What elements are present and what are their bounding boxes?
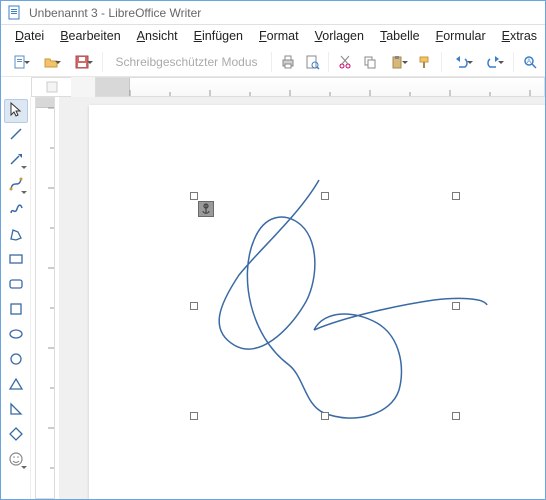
redo-button[interactable]	[479, 49, 508, 75]
toolbar-separator	[271, 52, 272, 72]
circle-tool[interactable]	[4, 349, 28, 373]
arrow-line-icon	[8, 151, 24, 172]
selection-handle[interactable]	[190, 302, 198, 310]
menu-ansicht[interactable]: Ansicht	[129, 27, 186, 45]
horizontal-ruler-row	[1, 77, 545, 97]
selection-handle[interactable]	[321, 192, 329, 200]
smiley-tool[interactable]	[3, 449, 29, 473]
copy-button[interactable]	[358, 49, 380, 75]
title-bar: Unbenannt 3 - LibreOffice Writer	[1, 1, 545, 25]
document-canvas[interactable]	[59, 97, 545, 499]
ellipse-tool[interactable]	[4, 324, 28, 348]
window-title: Unbenannt 3 - LibreOffice Writer	[29, 6, 201, 20]
freeform-curve-shape[interactable]	[89, 105, 545, 499]
freeform-tool[interactable]	[4, 199, 28, 223]
app-doc-icon	[7, 5, 23, 21]
vertical-ruler-container	[31, 97, 59, 499]
smiley-icon	[8, 451, 24, 472]
square-tool[interactable]	[4, 299, 28, 323]
menu-formular[interactable]: Formular	[428, 27, 494, 45]
rounded-rectangle-icon	[8, 276, 24, 297]
paste-button[interactable]	[383, 49, 412, 75]
menu-bar: DateiBearbeitenAnsichtEinfügenFormatVorl…	[1, 25, 545, 47]
vertical-ruler[interactable]	[35, 97, 55, 499]
triangle-icon	[8, 376, 24, 397]
select-tool[interactable]	[4, 99, 28, 123]
open-button[interactable]	[36, 49, 65, 75]
work-area	[1, 97, 545, 499]
main-toolbar: Schreibgeschützter Modus A	[1, 47, 545, 77]
diamond-icon	[8, 426, 24, 447]
toolbar-separator	[441, 52, 442, 72]
bezier-icon	[8, 176, 24, 197]
cursor-icon	[8, 101, 24, 122]
ruler-corner	[31, 77, 71, 97]
toolbar-separator	[513, 52, 514, 72]
menu-tabelle[interactable]: Tabelle	[372, 27, 428, 45]
print-preview-button[interactable]	[301, 49, 323, 75]
document-page[interactable]	[89, 105, 545, 499]
square-icon	[8, 301, 24, 322]
selection-handle[interactable]	[452, 302, 460, 310]
save-button[interactable]	[67, 49, 96, 75]
object-anchor-icon[interactable]	[198, 201, 214, 217]
menu-format[interactable]: Format	[251, 27, 307, 45]
line-icon	[8, 126, 24, 147]
menu-extras[interactable]: Extras	[494, 27, 545, 45]
selection-handle[interactable]	[190, 192, 198, 200]
line-tool[interactable]	[4, 124, 28, 148]
circle-icon	[8, 351, 24, 372]
find-replace-button[interactable]: A	[519, 49, 541, 75]
polygon-tool[interactable]	[4, 224, 28, 248]
readonly-mode-label: Schreibgeschützter Modus	[107, 55, 265, 69]
new-document-button[interactable]	[5, 49, 34, 75]
cut-button[interactable]	[334, 49, 356, 75]
selection-handle[interactable]	[452, 192, 460, 200]
horizontal-ruler[interactable]	[95, 77, 545, 97]
selection-handle[interactable]	[190, 412, 198, 420]
print-button[interactable]	[276, 49, 298, 75]
polygon-icon	[8, 226, 24, 247]
selection-handle[interactable]	[452, 412, 460, 420]
ellipse-icon	[8, 326, 24, 347]
triangle-tool[interactable]	[4, 374, 28, 398]
toolbar-separator	[102, 52, 103, 72]
menu-einfügen[interactable]: Einfügen	[186, 27, 251, 45]
menu-vorlagen[interactable]: Vorlagen	[307, 27, 372, 45]
selection-handle[interactable]	[321, 412, 329, 420]
curve-tool[interactable]	[3, 174, 29, 198]
arrow-tool[interactable]	[3, 149, 29, 173]
clone-formatting-button[interactable]	[414, 49, 436, 75]
menu-datei[interactable]: Datei	[7, 27, 52, 45]
rectangle-icon	[8, 251, 24, 272]
right-triangle-tool[interactable]	[4, 399, 28, 423]
drawing-toolbar	[1, 97, 31, 499]
toolbar-separator	[328, 52, 329, 72]
undo-button[interactable]	[447, 49, 476, 75]
rect-tool[interactable]	[4, 249, 28, 273]
right-triangle-icon	[8, 401, 24, 422]
rounded-rect-tool[interactable]	[4, 274, 28, 298]
freeform-line-icon	[8, 201, 24, 222]
svg-text:A: A	[527, 59, 531, 65]
diamond-tool[interactable]	[4, 424, 28, 448]
menu-bearbeiten[interactable]: Bearbeiten	[52, 27, 128, 45]
